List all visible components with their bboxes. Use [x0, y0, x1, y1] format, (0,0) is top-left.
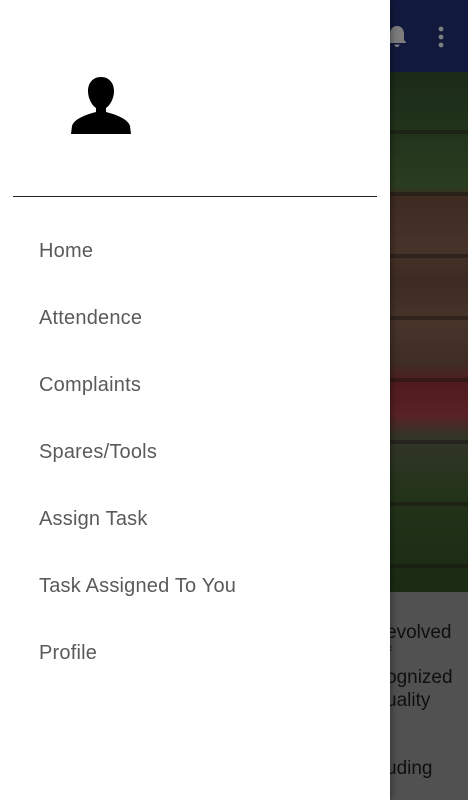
menu-item-label: Complaints: [39, 374, 142, 396]
menu-item-label: Home: [39, 240, 94, 262]
menu-item-profile[interactable]: Profile: [0, 620, 390, 687]
person-silhouette-icon: [70, 74, 132, 136]
menu-item-label: Profile: [39, 642, 98, 664]
drawer-menu: Home Attendence Complaints Spares/Tools …: [0, 218, 390, 687]
drawer-header: [0, 0, 390, 198]
menu-item-complaints[interactable]: Complaints: [0, 352, 390, 419]
screen: evolved f ognized uality uding Home Atte…: [0, 0, 468, 800]
menu-item-assign-task[interactable]: Assign Task: [0, 486, 390, 553]
menu-item-label: Spares/Tools: [39, 441, 158, 463]
menu-item-spares-tools[interactable]: Spares/Tools: [0, 419, 390, 486]
menu-item-task-assigned-to-you[interactable]: Task Assigned To You: [0, 553, 390, 620]
menu-item-home[interactable]: Home: [0, 218, 390, 285]
menu-item-label: Assign Task: [39, 508, 148, 530]
menu-item-label: Task Assigned To You: [39, 575, 237, 597]
menu-item-attendence[interactable]: Attendence: [0, 285, 390, 352]
navigation-drawer: Home Attendence Complaints Spares/Tools …: [0, 0, 390, 800]
header-divider: [13, 196, 377, 197]
menu-item-label: Attendence: [39, 307, 143, 329]
